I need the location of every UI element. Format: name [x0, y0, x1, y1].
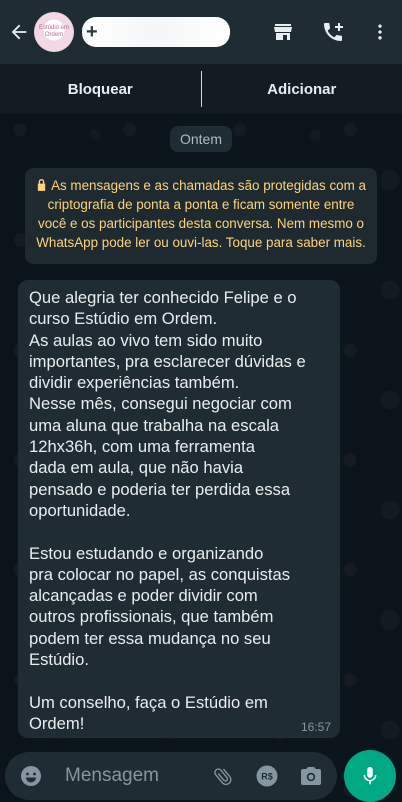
- encryption-notice-text: As mensagens e as chamadas são protegida…: [36, 178, 366, 250]
- camera-button[interactable]: [289, 764, 333, 788]
- payment-button[interactable]: R$: [245, 764, 289, 788]
- contact-name[interactable]: + 6: [82, 17, 230, 47]
- date-chip: Ontem: [170, 126, 232, 152]
- message-bubble[interactable]: Que alegria ter conhecido Felipe e o cur…: [18, 280, 340, 738]
- unknown-contact-bar: Bloquear Adicionar: [0, 64, 402, 114]
- svg-text:R$: R$: [261, 772, 273, 782]
- add-contact-button[interactable]: Adicionar: [202, 81, 402, 98]
- call-button[interactable]: [308, 0, 358, 64]
- payment-icon: R$: [255, 764, 279, 788]
- voice-message-button[interactable]: [344, 750, 396, 802]
- attach-icon: [212, 765, 234, 787]
- chat-header: Estúdio em Ordem + 6: [0, 0, 402, 64]
- back-arrow-icon: [8, 21, 30, 43]
- header-actions: [258, 0, 402, 64]
- message-input[interactable]: Mensagem: [65, 765, 201, 787]
- catalog-button[interactable]: [258, 0, 308, 64]
- emoji-button[interactable]: [7, 764, 55, 788]
- menu-button[interactable]: [358, 0, 402, 64]
- lock-icon: [36, 178, 47, 191]
- contact-name-tail: 6: [217, 21, 228, 44]
- avatar-logo: Estúdio em Ordem: [34, 25, 74, 39]
- mic-icon: [359, 765, 381, 787]
- message-time: 16:57: [301, 720, 331, 734]
- attach-button[interactable]: [201, 765, 245, 787]
- contact-name-prefix: +: [86, 21, 98, 44]
- store-icon: [271, 20, 295, 44]
- back-button[interactable]: [4, 0, 34, 64]
- message-input-bar: Mensagem R$: [5, 752, 337, 800]
- avatar[interactable]: Estúdio em Ordem: [34, 12, 74, 52]
- more-vert-icon: [370, 22, 390, 42]
- divider: [201, 71, 202, 107]
- add-call-icon: [321, 20, 345, 44]
- encryption-notice[interactable]: As mensagens e as chamadas são protegida…: [25, 168, 377, 264]
- block-button[interactable]: Bloquear: [0, 81, 201, 98]
- emoji-icon: [19, 764, 43, 788]
- message-text: Que alegria ter conhecido Felipe e o cur…: [29, 287, 330, 734]
- camera-icon: [299, 764, 323, 788]
